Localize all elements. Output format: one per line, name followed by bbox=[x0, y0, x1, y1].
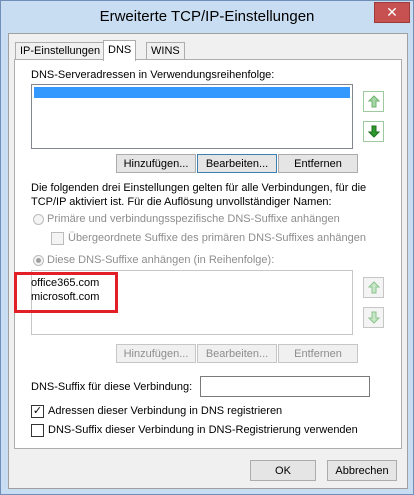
connection-suffix-input[interactable] bbox=[200, 376, 370, 397]
checkbox-parent-suffixes[interactable] bbox=[51, 232, 64, 245]
close-icon: ✕ bbox=[386, 4, 398, 20]
suffix-edit-button[interactable]: Bearbeiten... bbox=[197, 344, 277, 363]
suffix-move-down-button[interactable] bbox=[363, 307, 384, 328]
dns-server-label: DNS-Serveradressen in Verwendungsreihenf… bbox=[31, 69, 275, 81]
selected-list-row[interactable] bbox=[34, 87, 350, 98]
arrow-down-icon bbox=[367, 125, 380, 138]
radio-these-label: Diese DNS-Suffixe anhängen (in Reihenfol… bbox=[47, 254, 275, 266]
server-remove-button[interactable]: Entfernen bbox=[278, 154, 358, 173]
checkbox-parent-label: Übergeordnete Suffixe des primären DNS-S… bbox=[68, 232, 366, 244]
radio-primary-label: Primäre und verbindungsspezifische DNS-S… bbox=[47, 213, 340, 225]
connection-suffix-label: DNS-Suffix für diese Verbindung: bbox=[31, 381, 193, 393]
arrow-up-icon bbox=[367, 281, 380, 294]
checkbox-use-suffix[interactable] bbox=[31, 424, 44, 437]
settings-info-line-1: Die folgenden drei Einstellungen gelten … bbox=[31, 182, 367, 194]
tab-ip-settings[interactable]: IP-Einstellungen bbox=[15, 42, 106, 60]
server-move-up-button[interactable] bbox=[363, 91, 384, 112]
arrow-up-icon bbox=[367, 95, 380, 108]
ok-button[interactable]: OK bbox=[250, 460, 316, 481]
radio-these-suffixes[interactable] bbox=[33, 255, 44, 266]
dialog-window: Erweiterte TCP/IP-Einstellungen ✕ IP-Ein… bbox=[0, 0, 414, 495]
arrow-down-icon bbox=[367, 311, 380, 324]
use-suffix-label: DNS-Suffix dieser Verbindung in DNS-Regi… bbox=[48, 424, 358, 436]
server-add-button[interactable]: Hinzufügen... bbox=[116, 154, 196, 173]
tab-dns[interactable]: DNS bbox=[103, 40, 137, 61]
suffix-move-up-button[interactable] bbox=[363, 277, 384, 298]
register-dns-label: Adressen dieser Verbindung in DNS regist… bbox=[48, 405, 283, 417]
window-title: Erweiterte TCP/IP-Einstellungen bbox=[99, 8, 315, 25]
close-button[interactable]: ✕ bbox=[374, 2, 410, 23]
suffix-add-button[interactable]: Hinzufügen... bbox=[116, 344, 196, 363]
server-move-down-button[interactable] bbox=[363, 121, 384, 142]
tab-label: DNS bbox=[108, 44, 132, 56]
cancel-button[interactable]: Abbrechen bbox=[327, 460, 397, 481]
dialog-client: IP-Einstellungen DNS WINS DNS-Serveradre… bbox=[8, 33, 408, 489]
tab-wins[interactable]: WINS bbox=[146, 42, 185, 60]
annotation-highlight-box bbox=[14, 272, 118, 313]
checkbox-register-dns[interactable]: ✓ bbox=[31, 405, 44, 418]
dns-server-list[interactable] bbox=[31, 84, 353, 149]
tab-label: WINS bbox=[151, 45, 180, 57]
tab-label: IP-Einstellungen bbox=[20, 45, 101, 57]
title-bar[interactable]: Erweiterte TCP/IP-Einstellungen ✕ bbox=[1, 1, 413, 33]
dns-tab-panel: DNS-Serveradressen in Verwendungsreihenf… bbox=[14, 59, 402, 449]
suffix-remove-button[interactable]: Entfernen bbox=[278, 344, 358, 363]
settings-info-line-2: TCP/IP aktiviert ist. Für die Auflösung … bbox=[31, 196, 332, 208]
radio-primary-suffixes[interactable] bbox=[33, 214, 44, 225]
server-edit-button[interactable]: Bearbeiten... bbox=[197, 154, 277, 173]
